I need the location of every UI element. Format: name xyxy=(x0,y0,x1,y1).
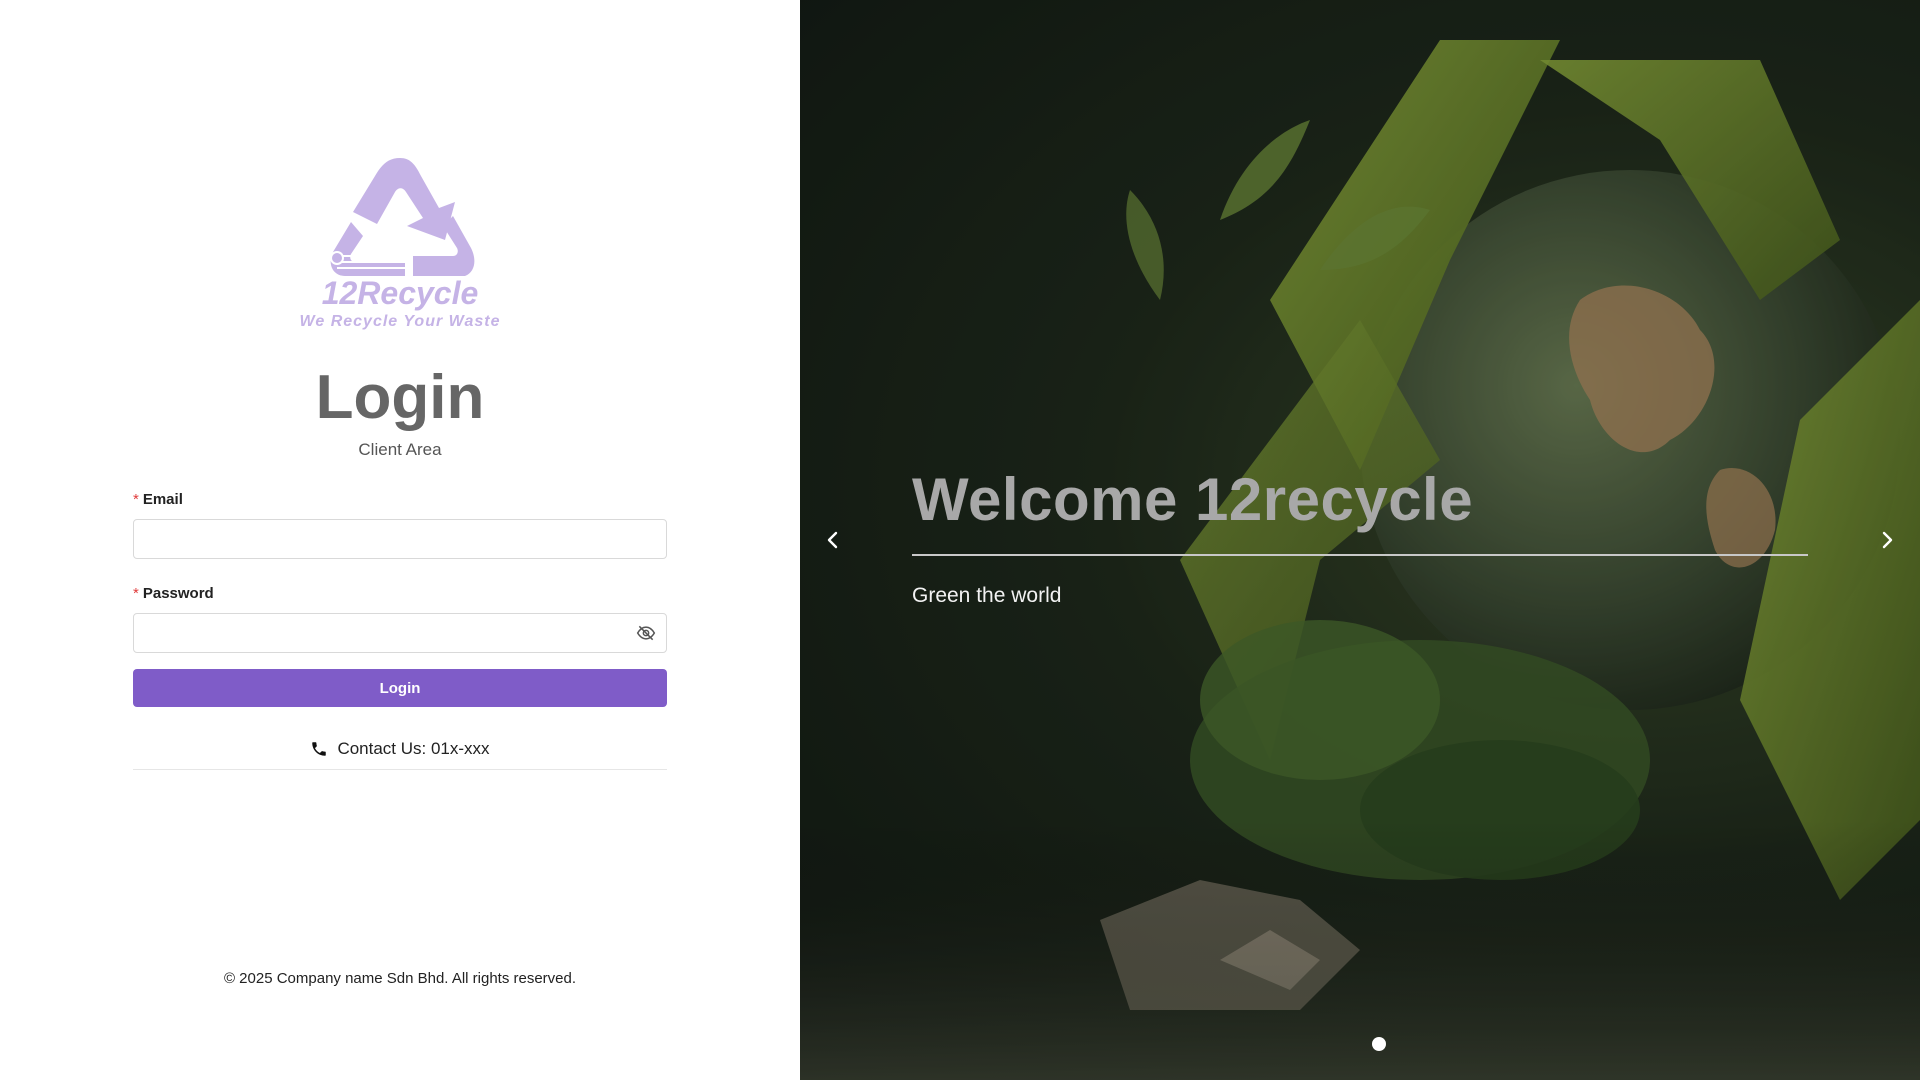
login-page: 12Recycle We Recycle Your Waste Login Cl… xyxy=(0,0,1920,1080)
brand-logo: 12Recycle We Recycle Your Waste xyxy=(295,152,505,332)
password-label-text: Password xyxy=(142,585,214,602)
email-field-wrapper xyxy=(133,519,667,559)
page-title: Login xyxy=(315,363,485,432)
password-field-wrapper xyxy=(133,613,667,653)
phone-icon xyxy=(310,740,328,758)
carousel-dot-active[interactable] xyxy=(1372,1037,1386,1051)
logo-tagline: We Recycle Your Waste xyxy=(300,313,501,330)
eye-off-icon[interactable] xyxy=(636,623,656,643)
chevron-right-icon[interactable] xyxy=(1875,528,1899,552)
login-panel: 12Recycle We Recycle Your Waste Login Cl… xyxy=(0,0,800,1080)
carousel-title: Welcome 12recycle xyxy=(912,466,1474,533)
contact-text: Contact Us: 01x-xxx xyxy=(337,739,490,758)
required-marker: * xyxy=(133,491,139,508)
contact-row: Contact Us: 01x-xxx xyxy=(133,729,667,770)
password-field[interactable] xyxy=(134,614,638,650)
carousel-subtitle: Green the world xyxy=(912,584,1062,607)
page-subtitle: Client Area xyxy=(358,440,442,459)
email-label: * Email xyxy=(133,490,667,510)
logo-name: 12Recycle xyxy=(322,275,479,311)
hero-carousel: Welcome 12recycle Green the world xyxy=(800,0,1920,1080)
login-form: * Email * Password Login Contact Us: 01x… xyxy=(133,490,667,770)
required-marker: * xyxy=(133,585,139,602)
caption-divider xyxy=(912,554,1808,556)
carousel-indicators xyxy=(800,1037,1920,1051)
email-label-text: Email xyxy=(142,491,183,508)
copyright-footer: © 2025 Company name Sdn Bhd. All rights … xyxy=(223,970,577,987)
login-button[interactable]: Login xyxy=(133,669,667,707)
password-label: * Password xyxy=(133,584,667,604)
carousel-caption: Welcome 12recycle Green the world xyxy=(912,462,1808,608)
chevron-left-icon[interactable] xyxy=(821,528,845,552)
email-field[interactable] xyxy=(134,520,638,556)
